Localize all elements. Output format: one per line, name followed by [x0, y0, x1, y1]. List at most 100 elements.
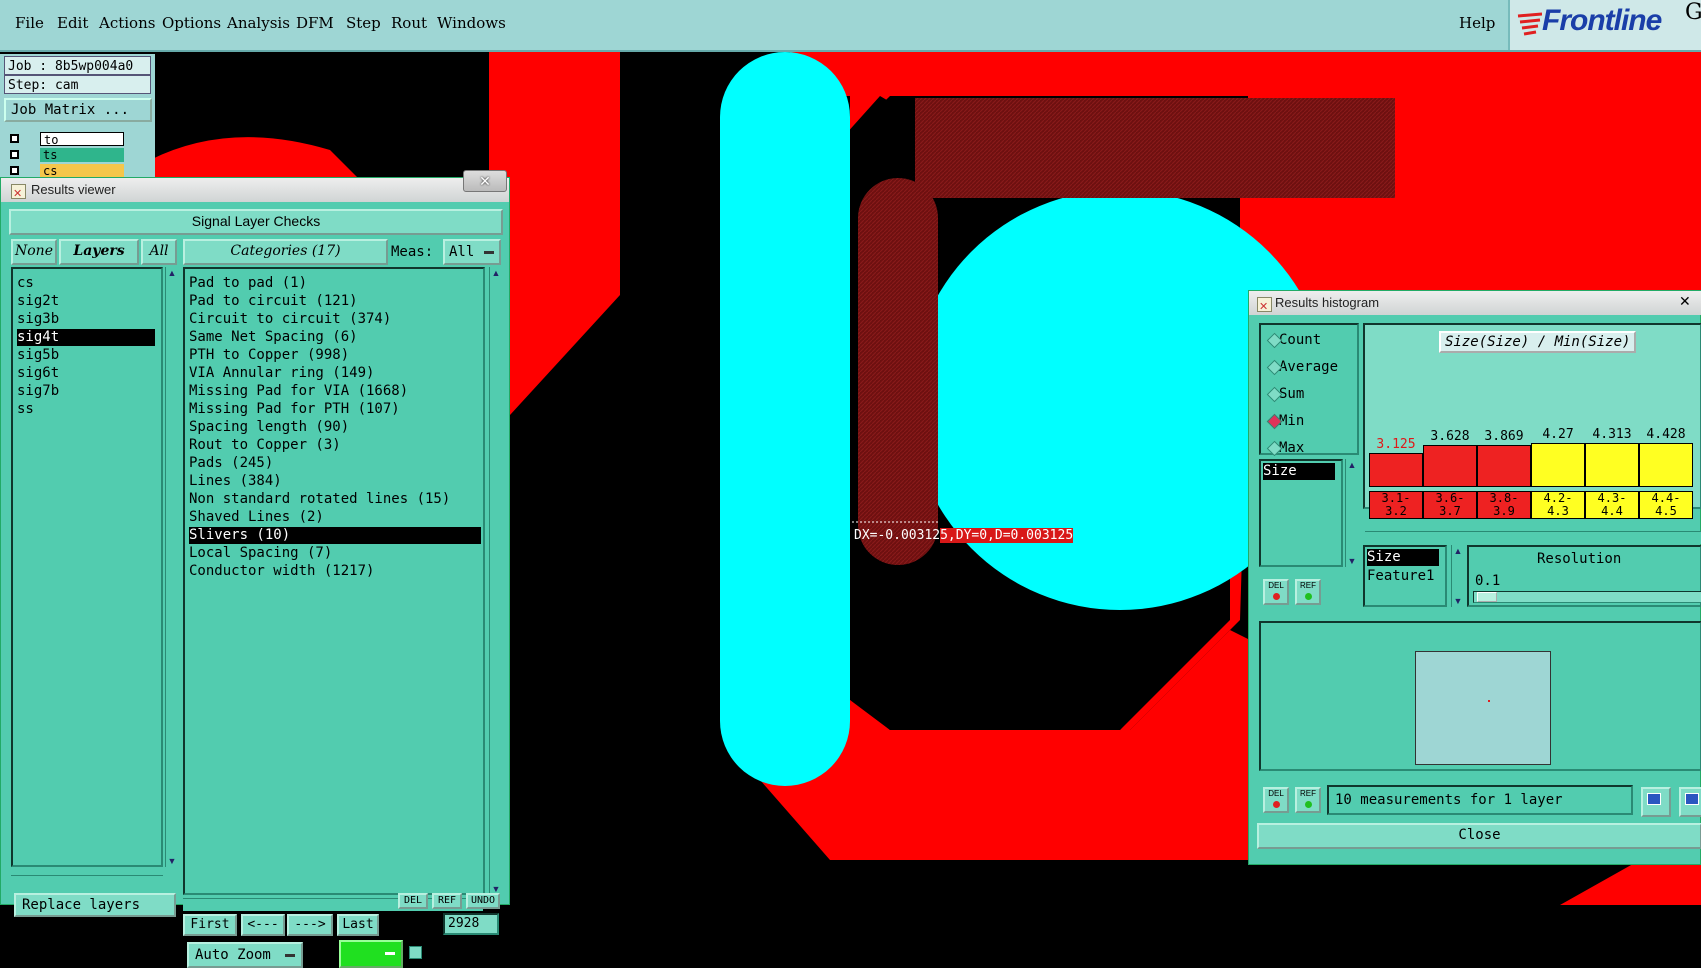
- scroll-up-icon[interactable]: ▲: [490, 267, 502, 279]
- category-item[interactable]: Circuit to circuit (374): [189, 311, 391, 328]
- auto-zoom-dropdown[interactable]: Auto Zoom: [187, 942, 303, 968]
- field-item-feature1[interactable]: Feature1: [1367, 568, 1434, 585]
- layer-checkbox[interactable]: [10, 166, 19, 175]
- menu-step[interactable]: Step: [346, 14, 381, 32]
- layer-checkbox[interactable]: [10, 150, 19, 159]
- category-item[interactable]: Slivers (10): [189, 527, 481, 544]
- layers-scrollbar[interactable]: ▲ ▼: [165, 267, 178, 867]
- category-item[interactable]: Pad to circuit (121): [189, 293, 358, 310]
- scroll-up-icon[interactable]: ▲: [166, 267, 178, 279]
- mode-max-radio[interactable]: Max: [1266, 439, 1304, 457]
- layers-all-button[interactable]: All: [141, 239, 177, 265]
- mode-sum-radio[interactable]: Sum: [1266, 385, 1304, 403]
- category-item[interactable]: Rout to Copper (3): [189, 437, 341, 454]
- layer-item[interactable]: sig6t: [17, 365, 59, 382]
- mode-min-radio[interactable]: Min: [1266, 412, 1304, 430]
- bin-bar[interactable]: [1423, 445, 1477, 487]
- index-field[interactable]: 2928: [443, 913, 499, 935]
- scroll-down-icon[interactable]: ▼: [166, 855, 178, 867]
- category-item[interactable]: Pads (245): [189, 455, 273, 472]
- close-icon[interactable]: ✕: [463, 170, 507, 192]
- category-item[interactable]: PTH to Copper (998): [189, 347, 349, 364]
- category-item[interactable]: VIA Annular ring (149): [189, 365, 374, 382]
- category-item[interactable]: Lines (384): [189, 473, 282, 490]
- categories-list[interactable]: Pad to pad (1) Pad to circuit (121) Circui…: [183, 267, 485, 895]
- bin-bar[interactable]: [1369, 453, 1423, 487]
- category-item[interactable]: Shaved Lines (2): [189, 509, 324, 526]
- menu-analysis[interactable]: Analysis: [227, 14, 290, 32]
- export-icon[interactable]: [1641, 787, 1671, 817]
- category-item[interactable]: Conductor width (1217): [189, 563, 374, 580]
- category-item[interactable]: Missing Pad for PTH (107): [189, 401, 400, 418]
- bin-bar[interactable]: [1477, 445, 1531, 487]
- categories-scrollbar[interactable]: ▲ ▼: [489, 267, 502, 895]
- show-all-checkbox[interactable]: [409, 946, 422, 959]
- resolution-slider[interactable]: [1473, 591, 1701, 603]
- job-matrix-button[interactable]: Job Matrix ...: [4, 98, 152, 122]
- layer-item[interactable]: sig3b: [17, 311, 59, 328]
- layer-row-to[interactable]: to: [8, 132, 124, 147]
- histogram-hscrollbar[interactable]: [1365, 531, 1701, 544]
- layer-item[interactable]: sig2t: [17, 293, 59, 310]
- layer-row-ts[interactable]: ts: [8, 148, 124, 162]
- menu-windows[interactable]: Windows: [437, 14, 506, 32]
- del-button[interactable]: DEL: [398, 893, 428, 909]
- sv-color-dropdown[interactable]: [339, 940, 403, 968]
- attribute-scrollbar[interactable]: ▲ ▼: [1345, 459, 1358, 567]
- ref-button[interactable]: REF: [432, 893, 462, 909]
- layer-row-cs[interactable]: cs: [8, 164, 124, 178]
- meas-dropdown[interactable]: All: [443, 239, 501, 265]
- layer-item[interactable]: cs: [17, 275, 34, 292]
- layers-none-button[interactable]: None: [11, 239, 57, 265]
- menu-actions[interactable]: Actions: [99, 14, 155, 32]
- scroll-up-icon[interactable]: ▲: [1346, 459, 1358, 471]
- results-viewer-titlebar[interactable]: Results viewer ✕: [1, 170, 509, 206]
- layer-item[interactable]: ss: [17, 401, 34, 418]
- undo-button[interactable]: UNDO: [466, 893, 500, 909]
- bin-bar[interactable]: [1639, 443, 1693, 487]
- layer-item[interactable]: sig7b: [17, 383, 59, 400]
- mode-average-radio[interactable]: Average: [1266, 358, 1338, 376]
- fields-list[interactable]: Size Feature1: [1363, 545, 1447, 607]
- bin-bar[interactable]: [1531, 443, 1585, 487]
- menu-help[interactable]: Help: [1459, 14, 1495, 32]
- attribute-item[interactable]: Size: [1263, 463, 1335, 480]
- menu-file[interactable]: File: [15, 14, 44, 32]
- scroll-up-icon[interactable]: ▲: [1452, 545, 1464, 557]
- export-secondary-icon[interactable]: [1679, 787, 1701, 817]
- mode-count-radio[interactable]: Count: [1266, 331, 1321, 349]
- replace-layers-dropdown[interactable]: Replace layers: [14, 893, 176, 917]
- layer-checkbox[interactable]: [10, 134, 19, 143]
- layers-list[interactable]: cs sig2t sig3b sig4t sig5b sig6t sig7b ss: [11, 267, 163, 867]
- attribute-list[interactable]: Size: [1259, 459, 1343, 567]
- menu-dfm[interactable]: DFM: [296, 14, 334, 32]
- categories-button[interactable]: Categories (17): [183, 239, 388, 265]
- category-item[interactable]: Non standard rotated lines (15): [189, 491, 450, 508]
- layer-item[interactable]: sig5b: [17, 347, 59, 364]
- layer-item[interactable]: sig4t: [17, 329, 155, 346]
- refresh-button[interactable]: REF: [1295, 579, 1321, 605]
- category-item[interactable]: Local Spacing (7): [189, 545, 332, 562]
- first-button[interactable]: First: [183, 914, 237, 936]
- field-item-size[interactable]: Size: [1367, 549, 1439, 566]
- results-histogram-titlebar[interactable]: Results histogram ✕: [1249, 289, 1701, 319]
- prev-button[interactable]: <---: [241, 914, 285, 936]
- category-item[interactable]: Same Net Spacing (6): [189, 329, 358, 346]
- refresh-button[interactable]: REF: [1295, 787, 1321, 813]
- menu-options[interactable]: Options: [162, 14, 221, 32]
- delete-button[interactable]: DEL: [1263, 787, 1289, 813]
- menu-edit[interactable]: Edit: [57, 14, 88, 32]
- delete-button[interactable]: DEL: [1263, 579, 1289, 605]
- fields-scrollbar[interactable]: ▲ ▼: [1451, 545, 1464, 607]
- check-set-header[interactable]: Signal Layer Checks: [9, 209, 503, 235]
- scroll-down-icon[interactable]: ▼: [1452, 595, 1464, 607]
- layers-button[interactable]: Layers: [59, 239, 139, 265]
- menu-rout[interactable]: Rout: [391, 14, 427, 32]
- last-button[interactable]: Last: [337, 914, 379, 936]
- bin-bar[interactable]: [1585, 443, 1639, 487]
- layers-hscrollbar[interactable]: [11, 875, 163, 888]
- close-button[interactable]: Close: [1257, 823, 1701, 849]
- close-icon[interactable]: ✕: [1679, 289, 1691, 313]
- category-item[interactable]: Spacing length (90): [189, 419, 349, 436]
- category-item[interactable]: Pad to pad (1): [189, 275, 307, 292]
